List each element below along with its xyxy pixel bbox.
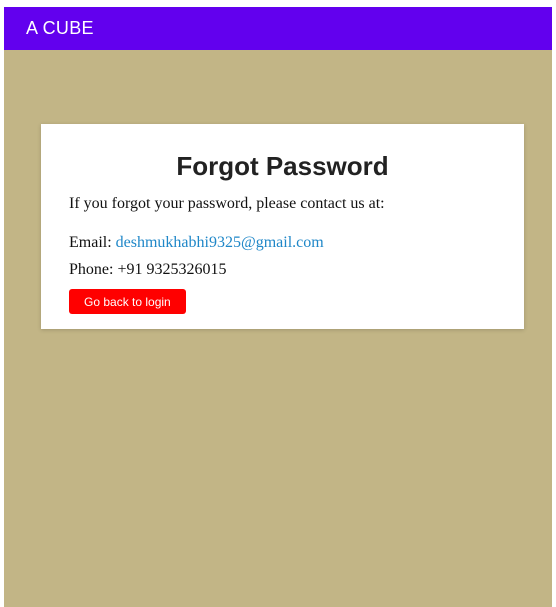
app-bar: A CUBE (4, 7, 552, 50)
phone-line: Phone: +91 9325326015 (69, 261, 226, 279)
email-line: Email: deshmukhabhi9325@gmail.com (69, 234, 324, 252)
phone-number: +91 9325326015 (117, 261, 227, 278)
app-title: A CUBE (26, 18, 94, 38)
instructions-text: If you forgot your password, please cont… (69, 195, 385, 212)
email-label: Email: (69, 234, 112, 251)
forgot-password-card: Forgot Password If you forgot your passw… (41, 124, 524, 329)
phone-label: Phone: (69, 261, 114, 278)
app-screen: A CUBE Forgot Password If you forgot you… (4, 7, 552, 607)
page-title: Forgot Password (176, 151, 389, 181)
back-to-login-button[interactable]: Go back to login (69, 289, 186, 314)
email-link[interactable]: deshmukhabhi9325@gmail.com (116, 234, 324, 251)
